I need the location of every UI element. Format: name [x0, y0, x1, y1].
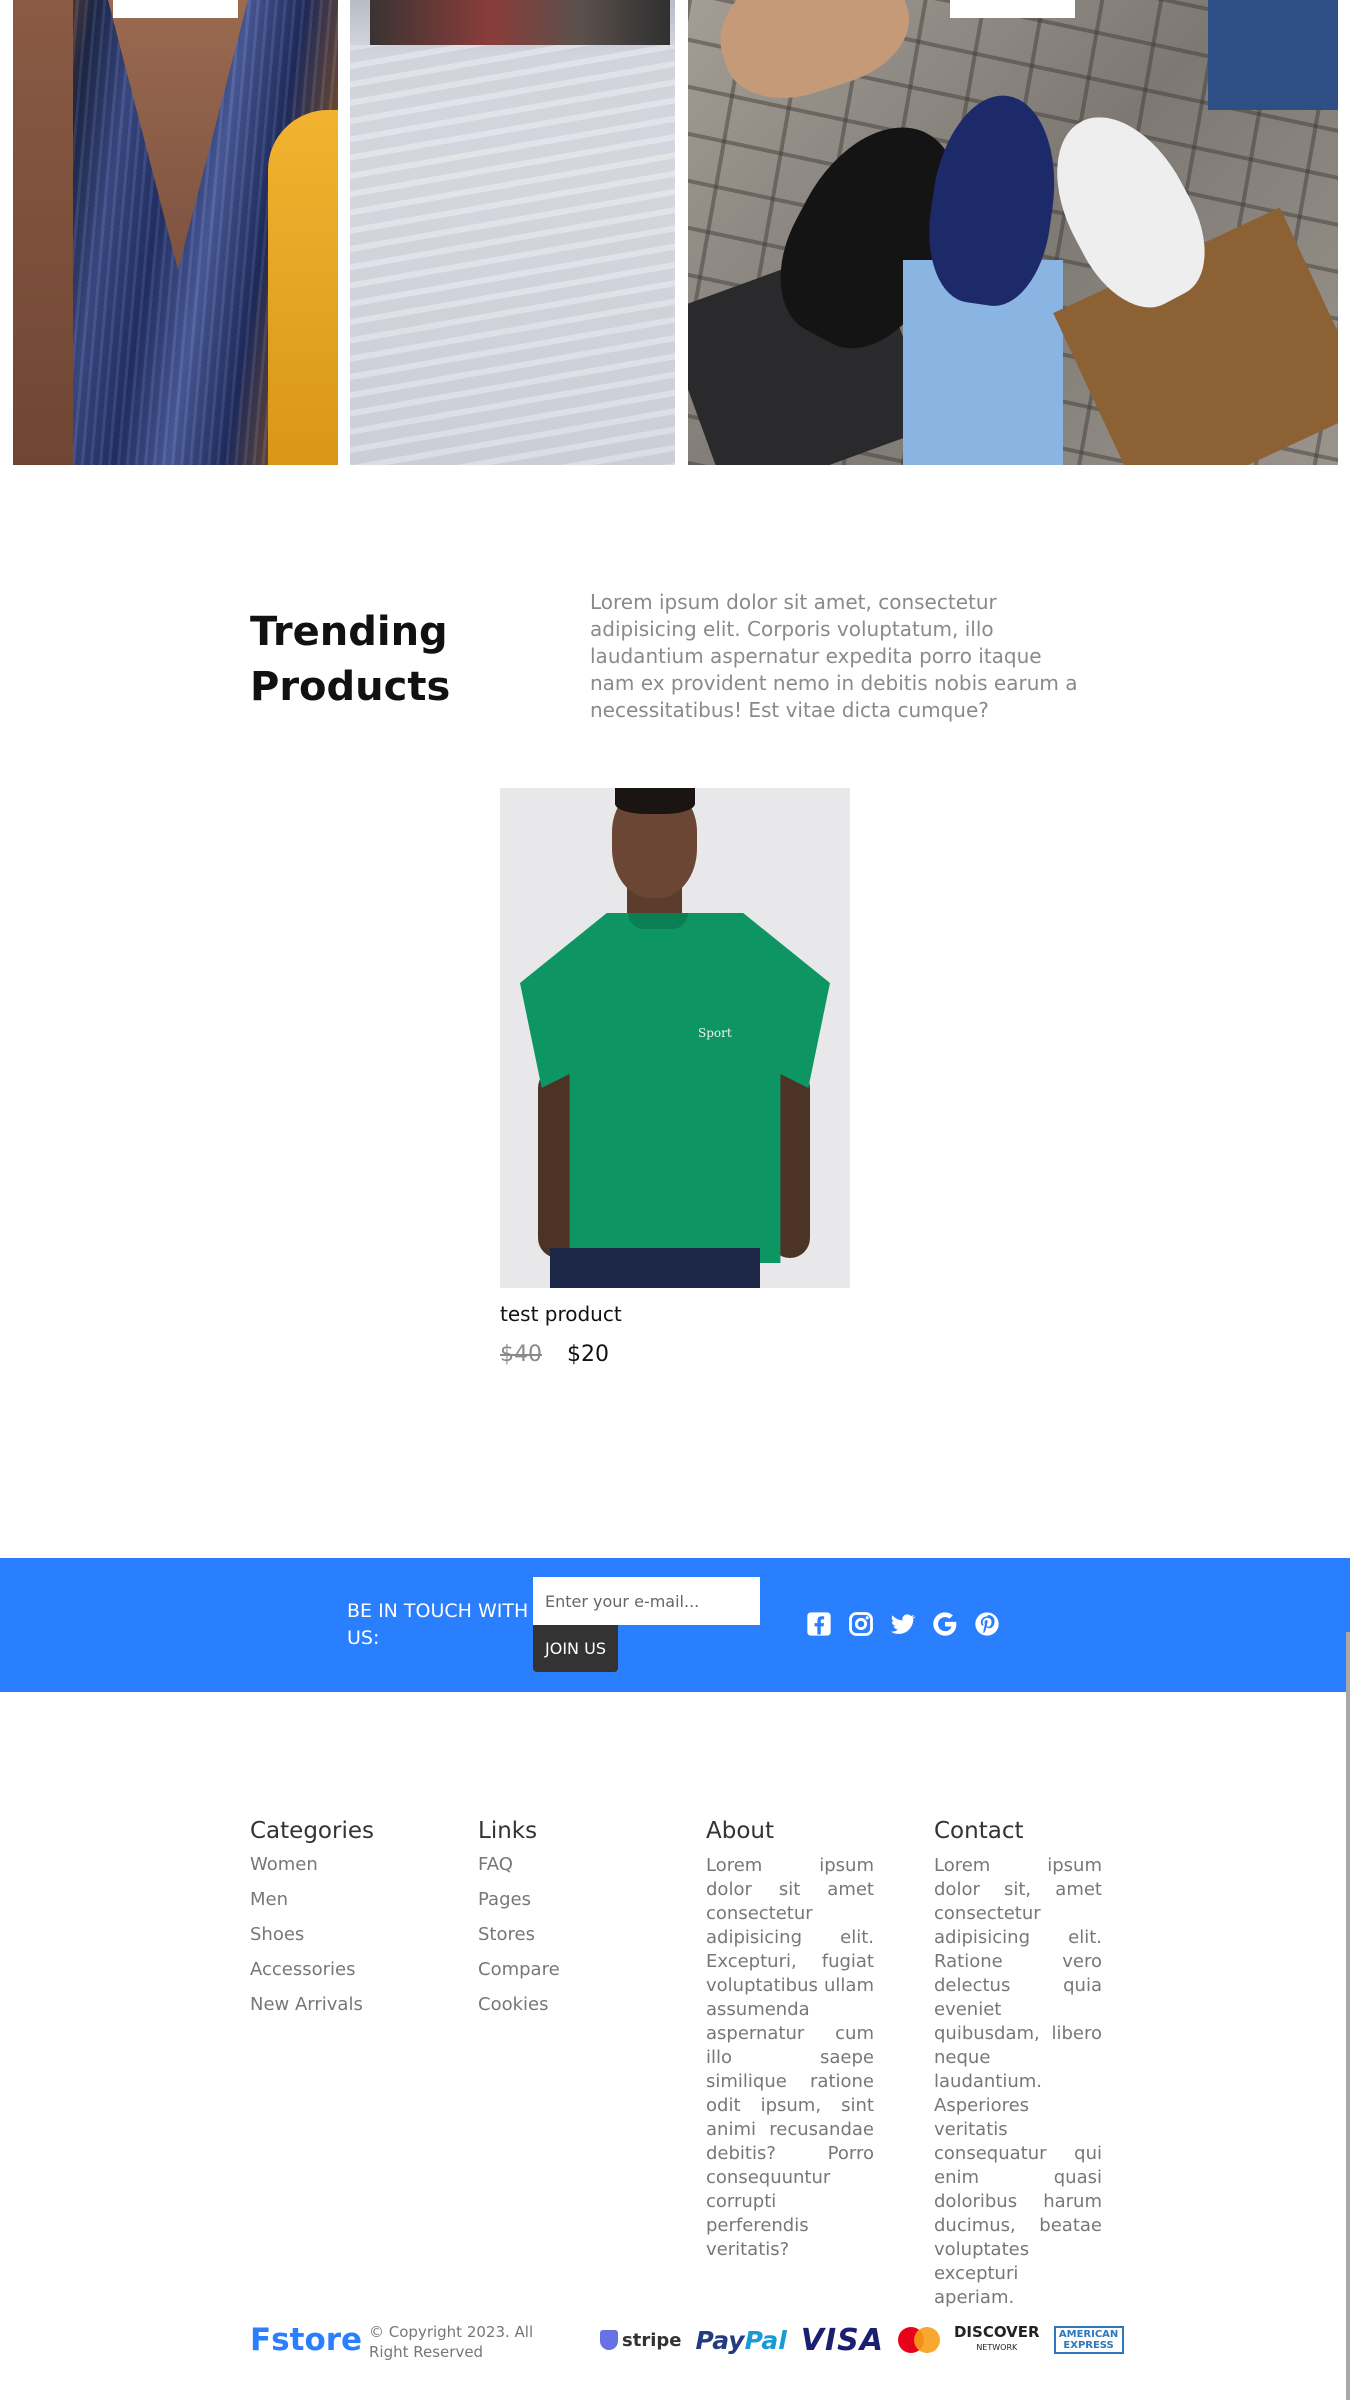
- stripe-logo: stripe: [600, 2330, 681, 2351]
- footer-categories: Categories Women Men Shoes Accessories N…: [250, 1818, 418, 2029]
- category-label-tab[interactable]: [113, 0, 238, 18]
- category-label-tab[interactable]: [950, 0, 1075, 18]
- footer-link-faq[interactable]: FAQ: [478, 1854, 646, 1875]
- tshirt-collar: [628, 913, 688, 929]
- instagram-icon[interactable]: [847, 1610, 875, 1638]
- footer-link-women[interactable]: Women: [250, 1854, 418, 1875]
- newsletter-band: BE IN TOUCH WITH US: JOIN US: [0, 1558, 1350, 1692]
- category-image-women[interactable]: [13, 0, 338, 465]
- footer-link-stores[interactable]: Stores: [478, 1924, 646, 1945]
- mastercard-orange-circle: [913, 2327, 940, 2353]
- footer-link-shoes[interactable]: Shoes: [250, 1924, 418, 1945]
- discover-logo: DISCOVER NETWORK: [954, 2325, 1040, 2355]
- visa-logo-text: VISA: [800, 2322, 884, 2358]
- footer-about-text: Lorem ipsum dolor sit amet consectetur a…: [706, 1855, 874, 2260]
- footer-categories-title: Categories: [250, 1818, 374, 1844]
- brand-logo[interactable]: Fstore: [250, 2322, 362, 2358]
- amex-logo: AMERICAN EXPRESS: [1053, 2326, 1124, 2354]
- trending-title: Trending Products: [250, 609, 451, 710]
- footer-link-accessories[interactable]: Accessories: [250, 1959, 418, 1980]
- shield-icon: [600, 2330, 618, 2350]
- trending-description: Lorem ipsum dolor sit amet, consectetur …: [590, 590, 1078, 722]
- product-card[interactable]: Sport test product $40 $20: [500, 788, 850, 1367]
- background-street-shape: [370, 0, 670, 45]
- product-image[interactable]: Sport: [500, 788, 850, 1288]
- model-pants: [550, 1248, 760, 1288]
- denim-leg-shape: [1208, 0, 1338, 110]
- yellow-sleeve-shape: [268, 110, 338, 465]
- discover-logo-text: DISCOVER: [953, 2323, 1040, 2341]
- product-name[interactable]: test product: [500, 1302, 850, 1326]
- product-prices: $40 $20: [500, 1342, 850, 1367]
- google-icon[interactable]: [931, 1610, 959, 1638]
- social-links: [805, 1610, 1001, 1638]
- footer-link-compare[interactable]: Compare: [478, 1959, 646, 1980]
- join-us-button[interactable]: JOIN US: [533, 1625, 618, 1672]
- footer-links: Links FAQ Pages Stores Compare Cookies: [478, 1818, 646, 2029]
- footer-link-men[interactable]: Men: [250, 1889, 418, 1910]
- visa-logo: VISA: [801, 2323, 884, 2358]
- paypal-logo-text-1: Pay: [695, 2325, 745, 2355]
- tshirt-logo: Sport: [698, 1026, 732, 1040]
- footer-contact-text: Lorem ipsum dolor sit, amet consectetur …: [934, 1855, 1102, 2308]
- mastercard-logo: [897, 2327, 940, 2353]
- copyright-text: © Copyright 2023. All Right Reserved: [369, 2323, 534, 2361]
- stripe-logo-text: stripe: [622, 2329, 682, 2351]
- footer-link-pages[interactable]: Pages: [478, 1889, 646, 1910]
- page-scrollbar[interactable]: [1346, 1632, 1350, 2400]
- pinterest-icon[interactable]: [973, 1610, 1001, 1638]
- product-new-price: $20: [567, 1342, 609, 1367]
- product-old-price: $40: [500, 1342, 542, 1367]
- category-image-snow[interactable]: [350, 0, 675, 465]
- amex-logo-text-1: AMERICAN: [1058, 2329, 1119, 2340]
- payment-methods: stripe Pay Pal VISA DISCOVER NETWORK AMER…: [600, 2320, 1124, 2360]
- snow-texture: [350, 45, 675, 465]
- footer-contact: Contact Lorem ipsum dolor sit, amet cons…: [934, 1818, 1102, 2310]
- category-image-shoes[interactable]: [688, 0, 1338, 465]
- paypal-logo: Pay Pal: [695, 2326, 786, 2355]
- footer-contact-title: Contact: [934, 1818, 1024, 1844]
- facebook-icon[interactable]: [805, 1610, 833, 1638]
- amex-logo-text-2: EXPRESS: [1063, 2340, 1114, 2351]
- footer-link-cookies[interactable]: Cookies: [478, 1994, 646, 2015]
- paypal-logo-text-2: Pal: [744, 2325, 787, 2355]
- footer-about-title: About: [706, 1818, 775, 1844]
- email-input[interactable]: [533, 1577, 760, 1625]
- newsletter-label: BE IN TOUCH WITH US:: [347, 1600, 529, 1649]
- twitter-icon[interactable]: [889, 1610, 917, 1638]
- footer-link-new-arrivals[interactable]: New Arrivals: [250, 1994, 418, 2015]
- model-hair: [615, 788, 695, 814]
- discover-logo-subtext: NETWORK: [976, 2343, 1018, 2352]
- footer-links-title: Links: [478, 1818, 538, 1844]
- footer-about: About Lorem ipsum dolor sit amet consect…: [706, 1818, 874, 2262]
- arm-shape: [13, 0, 73, 465]
